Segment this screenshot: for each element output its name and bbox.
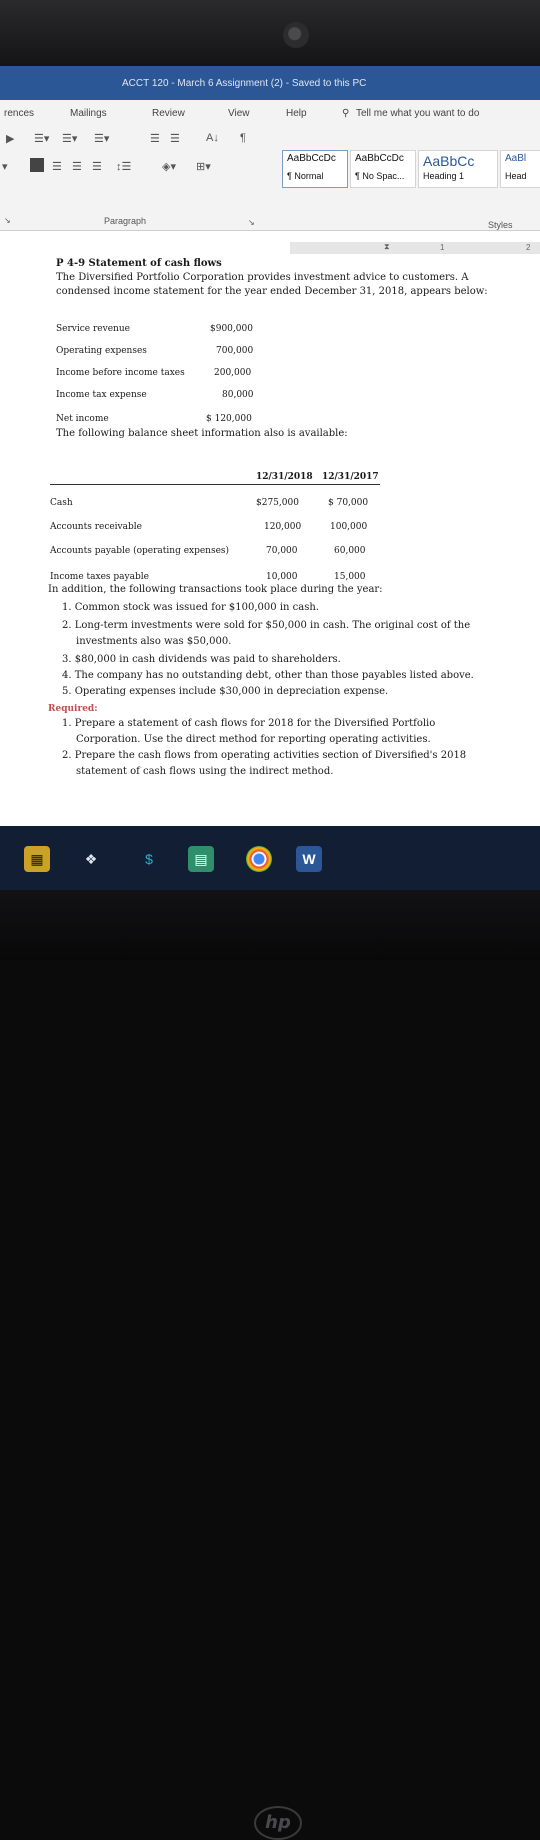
- document-page[interactable]: P 4-9 Statement of cash flows The Divers…: [0, 254, 540, 826]
- transactions-intro: In addition, the following transactions …: [48, 584, 383, 595]
- paragraph-launcher-icon[interactable]: ↘: [248, 218, 255, 227]
- header-rule: [50, 484, 380, 485]
- style-no-spacing[interactable]: AaBbCcDc ¶ No Spac...: [350, 150, 416, 188]
- word-icon[interactable]: W: [296, 846, 322, 872]
- tab-help[interactable]: Help: [286, 108, 307, 119]
- paragraph-mark-icon[interactable]: ▶: [6, 132, 14, 145]
- borders-icon[interactable]: ⊞▾: [196, 160, 211, 173]
- bullets-icon[interactable]: ☰▾: [34, 132, 49, 145]
- style-sample: AaBl: [505, 153, 527, 164]
- window-title: ACCT 120 - March 6 Assignment (2) - Save…: [122, 78, 367, 89]
- style-name: Heading 1: [423, 171, 465, 181]
- chrome-icon[interactable]: [246, 846, 272, 872]
- sort-icon[interactable]: A↓: [206, 132, 219, 144]
- income-value: 80,000: [222, 390, 254, 400]
- required-item: Corporation. Use the direct method for r…: [76, 734, 431, 745]
- style-heading-1[interactable]: AaBbCc Heading 1: [418, 150, 498, 188]
- screen: ACCT 120 - March 6 Assignment (2) - Save…: [0, 66, 540, 826]
- line-spacing-icon[interactable]: ↕☰: [116, 160, 131, 173]
- income-value: 700,000: [216, 346, 254, 356]
- transaction-item: 3. $80,000 in cash dividends was paid to…: [62, 654, 341, 665]
- column-header: 12/31/2018: [256, 472, 313, 482]
- webcam: [283, 22, 309, 48]
- style-normal[interactable]: AaBbCcDc ¶ Normal: [282, 150, 348, 188]
- income-label: Income before income taxes: [56, 368, 185, 378]
- style-heading-2[interactable]: AaBl Head: [500, 150, 540, 188]
- store-icon[interactable]: ▦: [24, 846, 50, 872]
- dropdown-icon[interactable]: ▾: [2, 160, 8, 173]
- show-formatting-icon[interactable]: ¶: [240, 132, 246, 144]
- indent-marker-icon[interactable]: ⧗: [384, 242, 390, 252]
- tab-mailings[interactable]: Mailings: [70, 108, 107, 119]
- align-right-icon[interactable]: ☰: [72, 160, 82, 173]
- transaction-item: 1. Common stock was issued for $100,000 …: [62, 602, 319, 613]
- required-label: Required:: [48, 704, 98, 714]
- required-item: 1. Prepare a statement of cash flows for…: [62, 718, 436, 729]
- income-value: 200,000: [214, 368, 252, 378]
- balance-label: Accounts receivable: [50, 522, 142, 532]
- font-launcher-icon[interactable]: ↘: [4, 216, 11, 225]
- intro-line: condensed income statement for the year …: [56, 286, 488, 297]
- laptop-bezel-bottom: hp: [0, 890, 540, 1840]
- file-explorer-icon[interactable]: ▤: [188, 846, 214, 872]
- taskbar: ▦ ❖ $ ▤ W: [0, 826, 540, 890]
- style-sample: AaBbCcDc: [355, 153, 404, 164]
- transaction-item: 4. The company has no outstanding debt, …: [62, 670, 474, 681]
- income-label: Operating expenses: [56, 346, 147, 356]
- transaction-item: 2. Long-term investments were sold for $…: [62, 620, 471, 631]
- income-label: Service revenue: [56, 324, 130, 334]
- required-item: 2. Prepare the cash flows from operating…: [62, 750, 467, 761]
- balance-label: Income taxes payable: [50, 572, 149, 582]
- balance-label: Accounts payable (operating expenses): [50, 546, 230, 556]
- income-value: $ 120,000: [206, 414, 252, 424]
- numbering-icon[interactable]: ☰▾: [62, 132, 77, 145]
- style-name: ¶ Normal: [287, 171, 324, 181]
- balance-value-2018: 70,000: [266, 546, 298, 556]
- search-icon[interactable]: ⚲: [342, 108, 349, 119]
- income-label: Income tax expense: [56, 390, 147, 400]
- balance-value-2018: $275,000: [256, 498, 299, 508]
- decrease-indent-icon[interactable]: ☰: [150, 132, 160, 145]
- transaction-item: 5. Operating expenses include $30,000 in…: [62, 686, 389, 697]
- horizontal-ruler[interactable]: ⧗ 1 2: [290, 242, 540, 254]
- income-label: Net income: [56, 414, 109, 424]
- balance-value-2017: 15,000: [334, 572, 366, 582]
- shading-icon[interactable]: ◈▾: [162, 160, 176, 173]
- balance-value-2018: 120,000: [264, 522, 302, 532]
- paragraph-group-label: Paragraph: [104, 216, 147, 226]
- balance-label: Cash: [50, 498, 73, 508]
- balance-value-2017: 100,000: [330, 522, 368, 532]
- income-value: $900,000: [210, 324, 253, 334]
- dropbox-icon[interactable]: ❖: [78, 846, 104, 872]
- balance-intro: The following balance sheet information …: [56, 428, 348, 439]
- styles-group-label: Styles: [488, 220, 513, 230]
- multilevel-list-icon[interactable]: ☰▾: [94, 132, 109, 145]
- ribbon-tab-bar: rences Mailings Review View Help ⚲ Tell …: [0, 100, 540, 124]
- ribbon: ▶ ☰▾ ☰▾ ☰▾ ☰ ☰ A↓ ¶ ▾ ☰ ☰ ☰ ↕☰ ◈▾ ⊞▾ Par…: [0, 124, 540, 231]
- intro-line: The Diversified Portfolio Corporation pr…: [56, 272, 469, 283]
- justify-icon[interactable]: ☰: [92, 160, 102, 173]
- laptop-bezel-top: [0, 0, 540, 66]
- style-sample: AaBbCc: [423, 153, 475, 169]
- title-bar: ACCT 120 - March 6 Assignment (2) - Save…: [0, 66, 540, 100]
- align-center-icon[interactable]: ☰: [52, 160, 62, 173]
- app-icon[interactable]: $: [136, 846, 162, 872]
- tab-references[interactable]: rences: [4, 108, 34, 119]
- column-header: 12/31/2017: [322, 472, 379, 482]
- required-item: statement of cash flows using the indire…: [76, 766, 334, 777]
- style-name: Head: [505, 171, 527, 181]
- tell-me-box[interactable]: Tell me what you want to do: [356, 108, 479, 119]
- problem-heading: P 4-9 Statement of cash flows: [56, 258, 222, 269]
- balance-value-2017: 60,000: [334, 546, 366, 556]
- tab-review[interactable]: Review: [152, 108, 185, 119]
- align-left-icon[interactable]: [30, 158, 44, 172]
- transaction-item: investments also was $50,000.: [76, 636, 232, 647]
- increase-indent-icon[interactable]: ☰: [170, 132, 180, 145]
- balance-value-2017: $ 70,000: [328, 498, 369, 508]
- balance-value-2018: 10,000: [266, 572, 298, 582]
- style-sample: AaBbCcDc: [287, 153, 336, 164]
- tab-view[interactable]: View: [228, 108, 250, 119]
- hp-logo: hp: [254, 1806, 302, 1840]
- style-name: ¶ No Spac...: [355, 171, 405, 181]
